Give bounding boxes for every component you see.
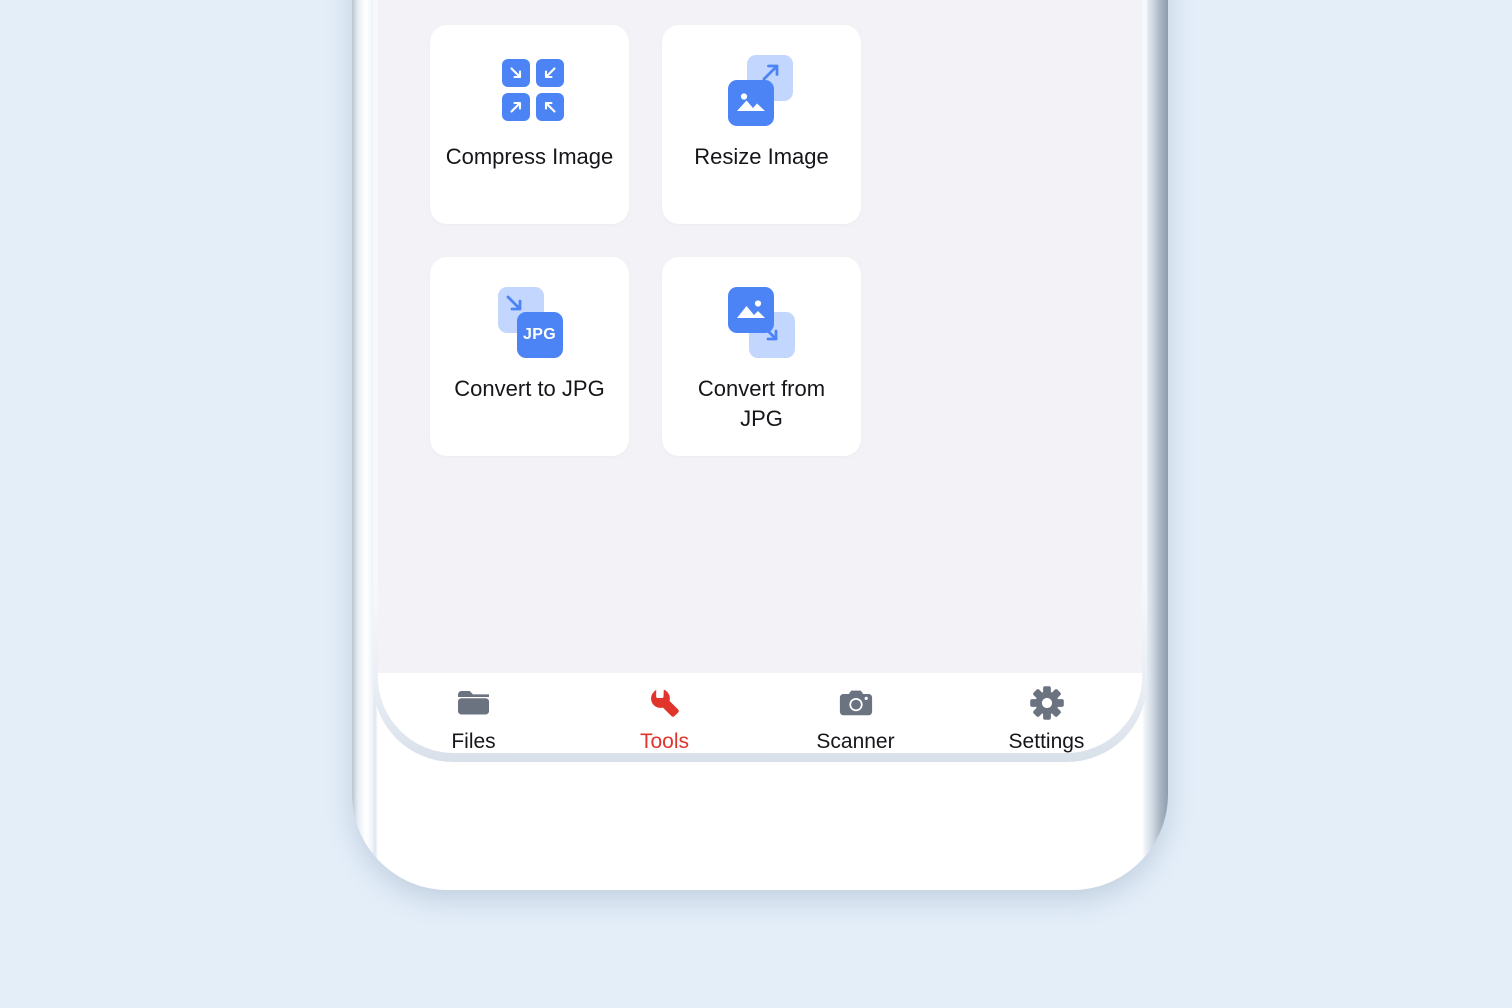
gear-icon: [1029, 685, 1064, 721]
wrench-icon: [647, 685, 683, 721]
tab-label: Settings: [1008, 730, 1085, 753]
compress-arrows-icon: [491, 55, 569, 127]
phone-screen: ILOVEIMG TOOLS New!: [378, 0, 1142, 753]
page-background: ILOVEIMG TOOLS New!: [0, 0, 1512, 1008]
convert-from-jpg-icon: [723, 287, 801, 359]
tool-grid: Compress Image Resize Image JPG Convert …: [430, 25, 1092, 456]
tool-card-label: Convert from JPG: [697, 376, 826, 431]
tool-card-convert-from-jpg[interactable]: Convert from JPG: [662, 257, 861, 456]
tab-label: Files: [451, 730, 496, 753]
tab-settings[interactable]: Settings: [987, 685, 1107, 753]
phone-device: ILOVEIMG TOOLS New!: [352, 0, 1168, 890]
tool-card-label: Compress Image: [445, 144, 614, 169]
resize-image-icon: [723, 55, 801, 127]
tab-label: Tools: [639, 730, 690, 753]
tab-files[interactable]: Files: [414, 685, 534, 753]
tool-card-compress-image[interactable]: Compress Image: [430, 25, 629, 224]
camera-icon: [838, 685, 874, 721]
bottom-tab-bar: Files Tools Scanner Settings: [378, 673, 1142, 753]
convert-to-jpg-icon: JPG: [491, 287, 569, 359]
tool-card-label: Resize Image: [694, 144, 829, 169]
screen-content: ILOVEIMG TOOLS New!: [378, 0, 1142, 673]
jpg-badge-text: JPG: [523, 326, 556, 343]
tab-tools[interactable]: Tools: [605, 685, 725, 753]
tool-card-resize-image[interactable]: Resize Image: [662, 25, 861, 224]
tab-label: Scanner: [816, 730, 895, 753]
tab-scanner[interactable]: Scanner: [796, 685, 916, 753]
folder-icon: [456, 685, 492, 721]
tool-card-label: Convert to JPG: [454, 376, 605, 401]
tool-card-convert-to-jpg[interactable]: JPG Convert to JPG: [430, 257, 629, 456]
